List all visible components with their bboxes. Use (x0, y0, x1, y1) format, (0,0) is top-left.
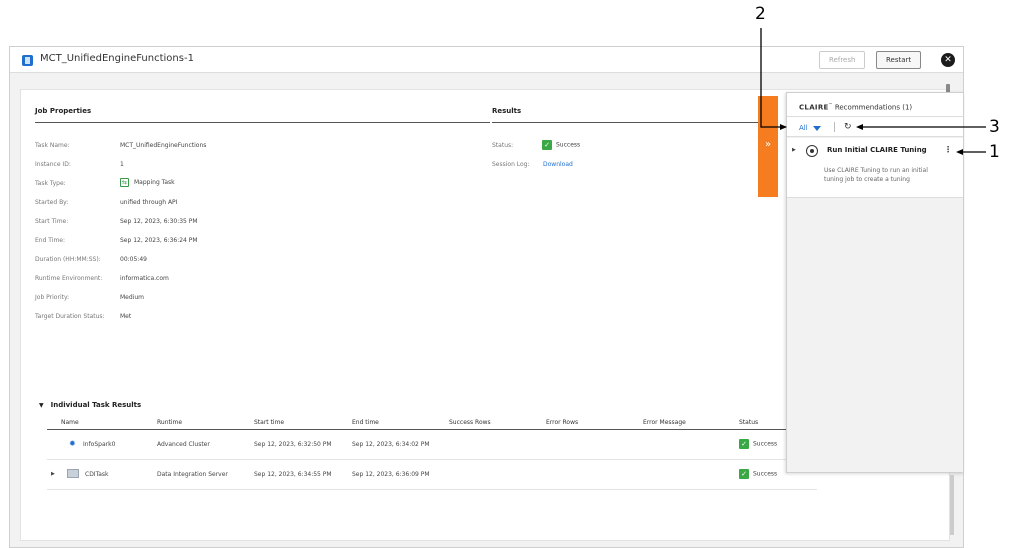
callout-arrowhead-2 (780, 124, 787, 130)
callout-1: 1 (989, 142, 1000, 162)
callout-arrowhead-3 (856, 124, 863, 130)
callout-arrowhead-1 (956, 149, 963, 155)
callout-line-2 (760, 28, 786, 128)
callout-arrows (760, 28, 986, 155)
callout-2: 2 (755, 4, 766, 24)
callout-3: 3 (989, 117, 1000, 137)
